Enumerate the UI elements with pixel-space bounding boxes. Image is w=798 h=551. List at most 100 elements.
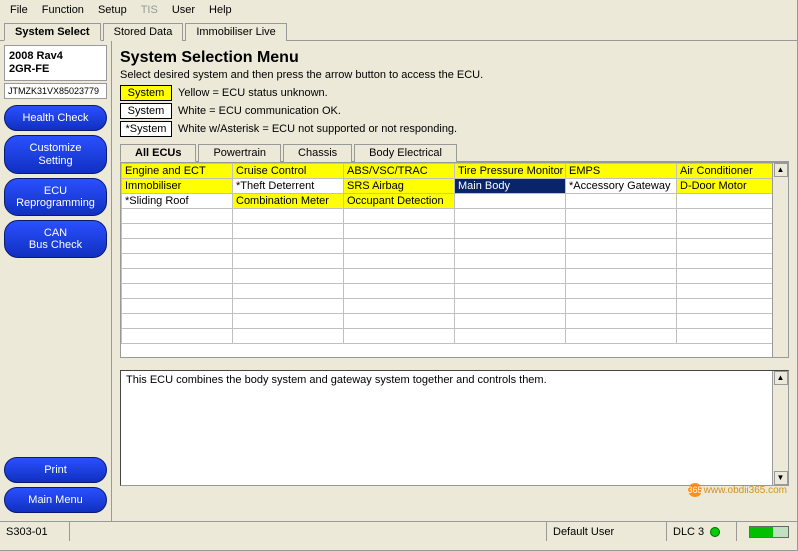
ecu-cell-empty — [233, 209, 344, 224]
ecu-cell[interactable]: Engine and ECT — [122, 164, 233, 179]
content-area: System Selection Menu Select desired sys… — [112, 41, 797, 521]
ecu-cell-empty — [122, 209, 233, 224]
ecu-cell-empty — [122, 314, 233, 329]
ecu-cell-empty — [566, 224, 677, 239]
vehicle-line1: 2008 Rav4 — [9, 50, 102, 63]
main-row: 2008 Rav4 2GR-FE JTMZK31VX85023779 Healt… — [0, 41, 797, 521]
ecu-cell[interactable]: Tire Pressure Monitor — [455, 164, 566, 179]
scroll-up-icon[interactable]: ▲ — [774, 163, 788, 177]
ecu-cell-empty — [344, 209, 455, 224]
subtab-all-ecus[interactable]: All ECUs — [120, 144, 196, 162]
ecu-cell-empty — [566, 209, 677, 224]
ecu-cell[interactable]: Immobiliser — [122, 179, 233, 194]
tab-system-select[interactable]: System Select — [4, 23, 101, 41]
ecu-cell-empty — [677, 239, 788, 254]
statusbar: S303-01 Default User DLC 3 — [0, 521, 797, 541]
ecu-cell[interactable]: SRS Airbag — [344, 179, 455, 194]
ecu-cell-empty — [233, 239, 344, 254]
ecu-subtabs: All ECUsPowertrainChassisBody Electrical — [120, 143, 789, 162]
ecu-cell[interactable]: D-Door Motor — [677, 179, 788, 194]
ecu-cell[interactable]: ABS/VSC/TRAC — [344, 164, 455, 179]
sidebar-buttons-top: Health Check CustomizeSetting ECUReprogram… — [4, 105, 107, 262]
tab-stored-data[interactable]: Stored Data — [103, 23, 184, 41]
legend-row: *SystemWhite w/Asterisk = ECU not suppor… — [120, 121, 789, 137]
ecu-cell[interactable]: *Sliding Roof — [122, 194, 233, 209]
vin-box: JTMZK31VX85023779 — [4, 83, 107, 99]
subtab-chassis[interactable]: Chassis — [283, 144, 352, 162]
ecu-cell[interactable]: *Theft Deterrent — [233, 179, 344, 194]
ecu-cell-empty — [566, 299, 677, 314]
ecu-cell-empty — [455, 284, 566, 299]
ecu-cell-empty — [344, 254, 455, 269]
side-btn-print[interactable]: Print — [4, 457, 107, 483]
ecu-cell[interactable]: Occupant Detection — [344, 194, 455, 209]
legend-row: SystemWhite = ECU communication OK. — [120, 103, 789, 119]
ecu-cell-empty — [677, 329, 788, 344]
ecu-cell[interactable]: Cruise Control — [233, 164, 344, 179]
side-btn-can-bus-check[interactable]: CANBus Check — [4, 220, 107, 258]
side-btn-health-check[interactable]: Health Check — [4, 105, 107, 131]
ecu-cell[interactable]: Air Conditioner — [677, 164, 788, 179]
side-btn-customize-setting[interactable]: CustomizeSetting — [4, 135, 107, 173]
side-btn-ecu-reprogramming[interactable]: ECUReprogramming — [4, 178, 107, 216]
ecu-cell-empty — [233, 299, 344, 314]
status-dlc: DLC 3 — [667, 522, 737, 541]
ecu-cell-empty — [233, 284, 344, 299]
ecu-cell-empty — [344, 284, 455, 299]
ecu-cell-empty — [344, 239, 455, 254]
top-tabs: System SelectStored DataImmobiliser Live — [0, 20, 797, 41]
legend-swatch: *System — [120, 121, 172, 137]
menu-file[interactable]: File — [4, 2, 34, 18]
status-progress — [737, 522, 797, 541]
ecu-cell[interactable]: EMPS — [566, 164, 677, 179]
ecu-cell — [566, 194, 677, 209]
ecu-cell-empty — [455, 239, 566, 254]
scroll-up-icon[interactable]: ▲ — [774, 371, 788, 385]
scroll-down-icon[interactable]: ▼ — [774, 471, 788, 485]
menu-help[interactable]: Help — [203, 2, 238, 18]
ecu-cell-empty — [455, 269, 566, 284]
legend-row: SystemYellow = ECU status unknown. — [120, 85, 789, 101]
ecu-cell-empty — [122, 254, 233, 269]
ecu-cell-empty — [566, 314, 677, 329]
ecu-cell-empty — [344, 224, 455, 239]
ecu-cell-empty — [455, 209, 566, 224]
ecu-cell-empty — [566, 269, 677, 284]
ecu-cell-empty — [122, 329, 233, 344]
tab-immobiliser-live[interactable]: Immobiliser Live — [185, 23, 286, 41]
ecu-info-text: This ECU combines the body system and ga… — [126, 374, 547, 386]
menu-function[interactable]: Function — [36, 2, 90, 18]
ecu-grid-wrap: Engine and ECTCruise ControlABS/VSC/TRAC… — [120, 162, 789, 358]
ecu-cell-empty — [455, 224, 566, 239]
sidebar: 2008 Rav4 2GR-FE JTMZK31VX85023779 Healt… — [0, 41, 112, 521]
menu-setup[interactable]: Setup — [92, 2, 133, 18]
ecu-cell-empty — [233, 314, 344, 329]
menu-user[interactable]: User — [166, 2, 201, 18]
side-btn-main-menu[interactable]: Main Menu — [4, 487, 107, 513]
info-scrollbar[interactable]: ▲ ▼ — [772, 371, 788, 485]
vehicle-line2: 2GR-FE — [9, 63, 102, 76]
page-subtitle: Select desired system and then press the… — [120, 69, 789, 81]
grid-scrollbar[interactable]: ▲ — [772, 163, 788, 357]
ecu-cell[interactable]: *Accessory Gateway — [566, 179, 677, 194]
ecu-cell-empty — [344, 314, 455, 329]
ecu-cell-empty — [455, 254, 566, 269]
status-spacer — [70, 522, 547, 541]
ecu-cell-empty — [566, 284, 677, 299]
legend: SystemYellow = ECU status unknown. System… — [120, 85, 789, 137]
ecu-cell-empty — [122, 239, 233, 254]
ecu-grid: Engine and ECTCruise ControlABS/VSC/TRAC… — [121, 163, 788, 344]
ecu-cell-empty — [677, 209, 788, 224]
ecu-cell-empty — [122, 299, 233, 314]
sidebar-buttons-bottom: Print Main Menu — [4, 457, 107, 517]
ecu-cell-empty — [122, 224, 233, 239]
vehicle-info: 2008 Rav4 2GR-FE — [4, 45, 107, 81]
subtab-body-electrical[interactable]: Body Electrical — [354, 144, 457, 162]
menu-tis: TIS — [135, 2, 164, 18]
ecu-cell-empty — [233, 329, 344, 344]
ecu-cell[interactable]: Main Body — [455, 179, 566, 194]
progress-bar — [749, 526, 789, 538]
menubar: FileFunctionSetupTISUserHelp — [0, 0, 797, 20]
subtab-powertrain[interactable]: Powertrain — [198, 144, 281, 162]
ecu-cell[interactable]: Combination Meter — [233, 194, 344, 209]
